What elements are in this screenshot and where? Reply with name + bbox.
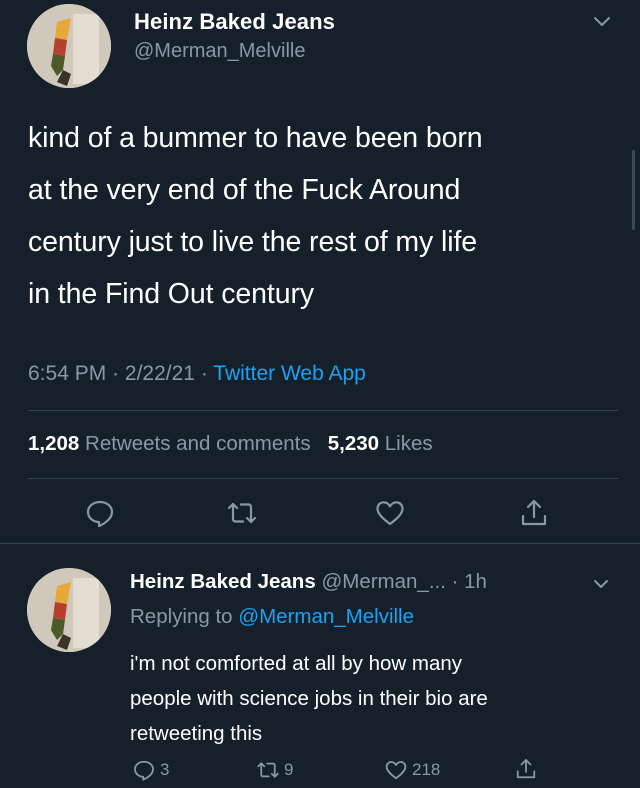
divider: [28, 478, 618, 479]
handle[interactable]: @Merman_...: [321, 570, 445, 593]
reply-icon: [134, 760, 154, 781]
retweet-button[interactable]: 9: [256, 757, 293, 783]
avatar-image: [27, 568, 111, 652]
tweet-text-line: i'm not comforted at all by how many: [130, 652, 463, 675]
retweets-count: 1,208: [28, 432, 80, 455]
tweet-age[interactable]: · 1h: [452, 570, 487, 593]
tweet-stats: 1,208 Retweets and comments 5,230 Likes: [28, 432, 433, 456]
like-icon: [385, 761, 407, 780]
tweet-text-line: people with science jobs in their bio ar…: [130, 687, 488, 710]
chevron-down-icon[interactable]: [592, 578, 610, 592]
handle[interactable]: @Merman_Melville: [134, 40, 305, 63]
tweet-source[interactable]: Twitter Web App: [213, 362, 366, 385]
reply-header: Heinz Baked Jeans @Merman_... · 1h: [130, 570, 487, 594]
likes-label: Likes: [384, 432, 433, 455]
replying-to: Replying to @Merman_Melville: [130, 605, 414, 629]
mention-link[interactable]: @Merman_Melville: [238, 605, 414, 628]
retweets-stat[interactable]: 1,208 Retweets and comments: [28, 432, 311, 455]
likes-stat[interactable]: 5,230 Likes: [328, 432, 433, 455]
separator: ·: [200, 362, 208, 385]
avatar[interactable]: [27, 568, 111, 652]
like-count: 218: [412, 760, 441, 779]
display-name[interactable]: Heinz Baked Jeans: [130, 570, 316, 593]
tweet-text: i'm not comforted at all by how many peo…: [130, 646, 610, 751]
reply-icon[interactable]: [84, 497, 116, 529]
replying-prefix: Replying to: [130, 605, 233, 628]
like-button[interactable]: 218: [384, 757, 440, 783]
tweet-time[interactable]: 6:54 PM: [28, 362, 106, 385]
tweet-meta: 6:54 PM · 2/22/21 · Twitter Web App: [28, 362, 366, 386]
like-icon[interactable]: [374, 497, 406, 529]
retweet-icon[interactable]: [226, 497, 258, 529]
scrollbar[interactable]: [632, 150, 635, 230]
share-button[interactable]: [514, 756, 542, 782]
tweet-text-line: kind of a bummer to have been born: [28, 122, 483, 154]
retweet-count: 9: [284, 760, 294, 779]
tweet-text-line: retweeting this: [130, 722, 263, 745]
divider: [0, 543, 640, 544]
tweet-text-line: century just to live the rest of my life: [28, 226, 478, 258]
tweet-text-line: in the Find Out century: [28, 278, 315, 310]
retweets-label: Retweets and comments: [85, 432, 311, 455]
display-name[interactable]: Heinz Baked Jeans: [134, 9, 335, 35]
separator: ·: [112, 362, 120, 385]
retweet-icon: [257, 762, 279, 778]
avatar-image: [27, 4, 111, 88]
likes-count: 5,230: [327, 432, 380, 455]
reply-button[interactable]: 3: [132, 757, 169, 783]
tweet-text-line: at the very end of the Fuck Around: [28, 174, 461, 206]
avatar[interactable]: [27, 4, 111, 88]
divider: [28, 410, 618, 411]
share-icon[interactable]: [518, 497, 550, 529]
chevron-down-icon[interactable]: [592, 14, 612, 30]
share-icon: [516, 759, 536, 779]
tweet-text: kind of a bummer to have been born at th…: [28, 112, 618, 320]
tweet-date[interactable]: 2/22/21: [125, 362, 195, 385]
reply-count: 3: [160, 760, 170, 779]
